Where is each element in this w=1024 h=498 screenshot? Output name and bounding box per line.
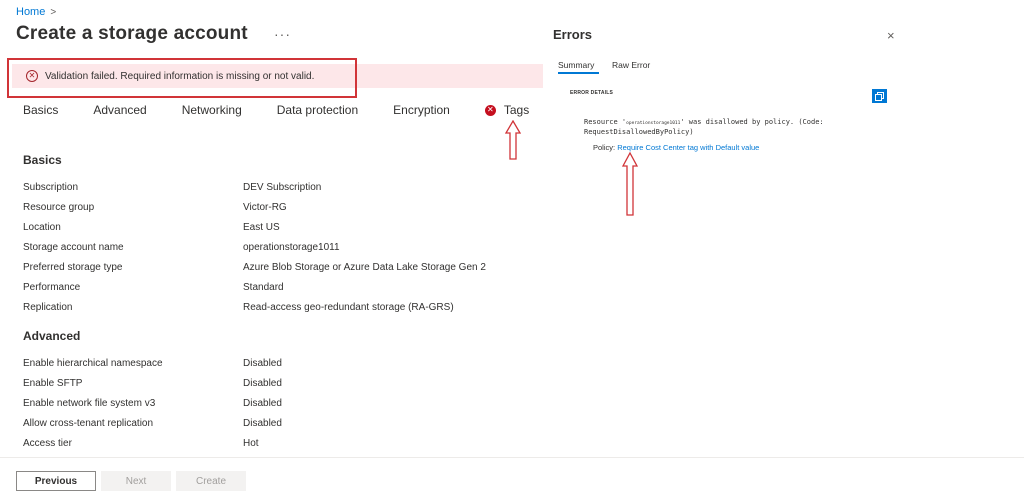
- error-message-suffix: ' was disallowed by policy. (Code:: [680, 118, 824, 126]
- error-message: Resource 'operationstorage1011' was disa…: [584, 118, 874, 137]
- error-circle-icon: ✕: [26, 70, 38, 82]
- tab-tags[interactable]: ✕ Tags: [484, 103, 530, 117]
- tab-advanced[interactable]: Advanced: [93, 103, 146, 117]
- label-location: Location: [23, 222, 61, 233]
- active-tab-indicator: [558, 72, 599, 74]
- previous-button[interactable]: Previous: [16, 471, 96, 491]
- error-message-prefix: Resource ': [584, 118, 627, 126]
- label-access-tier: Access tier: [23, 438, 72, 449]
- error-resource-name: operationstorage1011: [626, 121, 681, 126]
- policy-label: Policy:: [593, 143, 618, 152]
- error-details-label: ERROR DETAILS: [570, 90, 614, 96]
- close-icon[interactable]: ×: [887, 28, 895, 43]
- tab-tags-label: Tags: [503, 103, 530, 117]
- label-subscription: Subscription: [23, 182, 79, 193]
- value-subscription: DEV Subscription: [243, 182, 322, 193]
- label-preferred-storage-type: Preferred storage type: [23, 262, 123, 273]
- breadcrumb-separator: >: [50, 6, 57, 18]
- next-button[interactable]: Next: [101, 471, 171, 491]
- create-button[interactable]: Create: [176, 471, 246, 491]
- footer-divider: [0, 457, 1024, 458]
- validation-message: ✕ Validation failed. Required informatio…: [26, 70, 314, 82]
- validation-text: Validation failed. Required information …: [45, 70, 315, 82]
- copy-button[interactable]: [872, 89, 887, 103]
- value-access-tier: Hot: [243, 438, 259, 449]
- page-title: Create a storage account: [16, 23, 248, 44]
- more-options-button[interactable]: ···: [274, 26, 291, 42]
- tab-basics[interactable]: Basics: [23, 103, 58, 117]
- tab-summary[interactable]: Summary: [558, 60, 594, 70]
- basics-heading: Basics: [23, 153, 62, 167]
- value-nfs-v3: Disabled: [243, 398, 282, 409]
- value-enable-sftp: Disabled: [243, 378, 282, 389]
- value-resource-group: Victor-RG: [243, 202, 287, 213]
- label-nfs-v3: Enable network file system v3: [23, 398, 156, 409]
- policy-link[interactable]: Require Cost Center tag with Default val…: [617, 143, 759, 152]
- tab-raw-error[interactable]: Raw Error: [612, 60, 650, 70]
- wizard-tabs: Basics Advanced Networking Data protecti…: [23, 103, 564, 117]
- label-enable-sftp: Enable SFTP: [23, 378, 83, 389]
- value-storage-account-name: operationstorage1011: [243, 242, 340, 253]
- advanced-heading: Advanced: [23, 329, 81, 343]
- errors-panel-title: Errors: [553, 27, 593, 42]
- value-location: East US: [243, 222, 280, 233]
- tab-data-protection[interactable]: Data protection: [277, 103, 358, 117]
- label-storage-account-name: Storage account name: [23, 242, 124, 253]
- tab-encryption[interactable]: Encryption: [393, 103, 450, 117]
- value-replication: Read-access geo-redundant storage (RA-GR…: [243, 302, 454, 313]
- value-cross-tenant-replication: Disabled: [243, 418, 282, 429]
- breadcrumb: Home >: [16, 6, 56, 18]
- breadcrumb-home-link[interactable]: Home: [16, 6, 45, 18]
- label-resource-group: Resource group: [23, 202, 95, 213]
- value-performance: Standard: [243, 282, 284, 293]
- annotation-arrow-tags: [505, 120, 521, 160]
- tab-error-icon: ✕: [484, 104, 496, 116]
- label-replication: Replication: [23, 302, 73, 313]
- annotation-arrow-policy: [622, 152, 638, 216]
- label-cross-tenant-replication: Allow cross-tenant replication: [23, 418, 154, 429]
- label-hierarchical-namespace: Enable hierarchical namespace: [23, 358, 163, 369]
- value-hierarchical-namespace: Disabled: [243, 358, 282, 369]
- value-preferred-storage-type: Azure Blob Storage or Azure Data Lake St…: [243, 262, 486, 273]
- policy-line: Policy: Require Cost Center tag with Def…: [593, 143, 759, 152]
- error-code: RequestDisallowedByPolicy): [584, 128, 694, 136]
- label-performance: Performance: [23, 282, 81, 293]
- copy-icon: [875, 91, 884, 101]
- tab-networking[interactable]: Networking: [182, 103, 242, 117]
